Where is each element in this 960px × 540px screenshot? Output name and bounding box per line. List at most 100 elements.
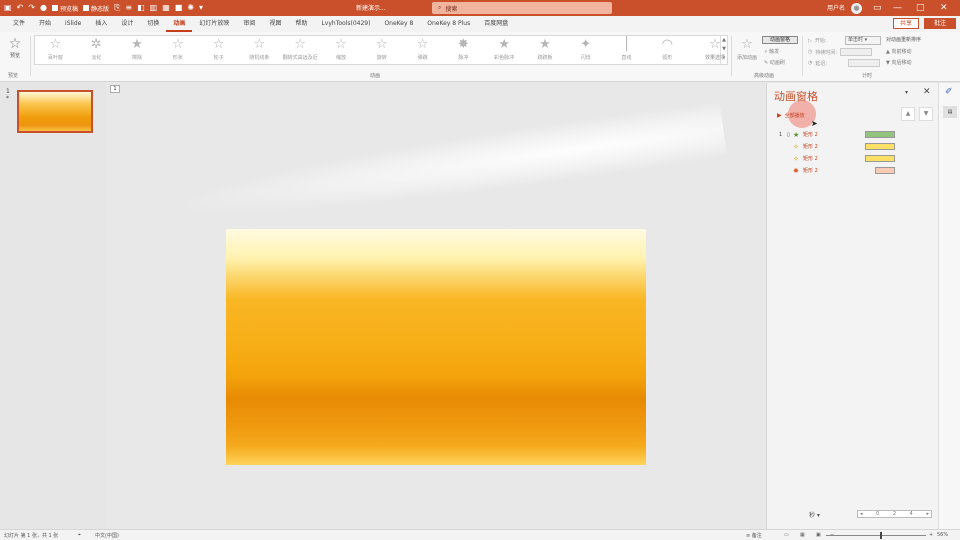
format-icon[interactable]: ⎘	[114, 3, 120, 13]
tab-6[interactable]: 动画	[166, 16, 193, 32]
animation-list-item[interactable]: 1 ▯ ★ 矩形 2	[779, 129, 879, 140]
seconds-dropdown[interactable]: 秒 ▾	[809, 510, 820, 519]
animation-gallery-item[interactable]: ☆ 百叶窗	[35, 36, 76, 64]
trigger-button[interactable]: ⚡ 触发	[764, 48, 779, 55]
tab-12[interactable]: OneKey 8	[377, 16, 420, 32]
square-icon[interactable]: ■	[175, 3, 183, 13]
animation-gallery-item[interactable]: ✦ 闪烁	[565, 36, 606, 64]
ribbon-display-icon[interactable]: ▭	[873, 2, 882, 14]
pane-close-icon[interactable]: ✕	[923, 87, 931, 97]
save-option-2[interactable]: 静态版	[82, 4, 109, 13]
animation-list-item[interactable]: ✧ 矩形 2	[779, 141, 879, 152]
record-icon[interactable]: ●	[40, 3, 47, 13]
zoom-slider-knob[interactable]	[880, 532, 882, 539]
language-indicator[interactable]: 中文(中国)	[95, 532, 119, 539]
accessibility-icon[interactable]: ⌖	[78, 532, 81, 538]
search-box[interactable]: ⌕ 搜索	[432, 2, 612, 14]
customize-toolbar-icon[interactable]: ▾	[199, 3, 203, 13]
animation-gallery-item[interactable]: ◠ 弧形	[647, 36, 688, 64]
tab-8[interactable]: 审阅	[236, 16, 262, 32]
undo-icon[interactable]: ↶	[17, 3, 24, 13]
avatar[interactable]: ●	[851, 3, 862, 14]
comment-button[interactable]: 批注	[924, 18, 956, 29]
slide-canvas[interactable]	[226, 229, 646, 465]
white-light-streak[interactable]	[164, 99, 728, 237]
tab-7[interactable]: 幻灯片放映	[192, 16, 236, 32]
user-name[interactable]: 用户名	[827, 3, 845, 12]
duration-input[interactable]	[840, 48, 873, 56]
tab-1[interactable]: 开始	[32, 16, 58, 32]
table-icon[interactable]: ▦	[162, 3, 170, 13]
animation-gallery-item[interactable]: ☆ 旋转	[361, 36, 402, 64]
zoom-slider[interactable]	[826, 535, 926, 536]
pane-options-dropdown-icon[interactable]: ▾	[905, 89, 908, 96]
move-later-button[interactable]: ▼ 向后移动	[886, 59, 911, 66]
animation-gallery-item[interactable]: │ 直线	[606, 36, 647, 64]
animation-list-item[interactable]: ✸ 矩形 2	[779, 165, 879, 176]
align-icon[interactable]: ≡	[125, 3, 132, 13]
animation-gallery-item[interactable]: ★ 跷跷板	[525, 36, 566, 64]
effect-options-button[interactable]: ☆ 效果选项	[703, 36, 727, 61]
tab-11[interactable]: LvyhTools(0429)	[314, 16, 377, 32]
redo-icon[interactable]: ↷	[28, 3, 35, 13]
design-ideas-icon[interactable]: ✐	[945, 87, 953, 97]
zoom-in-icon[interactable]: +	[929, 532, 933, 538]
animation-gallery-label: 随机线条	[249, 55, 270, 61]
animation-gallery-label: 擦除	[131, 55, 142, 61]
notes-button[interactable]: ≡ 备注	[746, 532, 762, 539]
tab-13[interactable]: OneKey 8 Plus	[420, 16, 477, 32]
animation-gallery-item[interactable]: ✸ 脉冲	[443, 36, 484, 64]
animation-timing-bar[interactable]	[875, 167, 895, 174]
tab-3[interactable]: 插入	[88, 16, 114, 32]
slide-thumbnail[interactable]	[17, 90, 93, 133]
play-all-button[interactable]: ▶ 全部播放	[777, 108, 805, 122]
tab-4[interactable]: 设计	[114, 16, 140, 32]
move-up-button[interactable]: ▲	[901, 107, 915, 121]
animation-timing-bar[interactable]	[865, 155, 895, 162]
delay-input[interactable]	[848, 59, 881, 67]
search-input[interactable]: 搜索	[445, 4, 457, 13]
tab-5[interactable]: 切换	[140, 16, 166, 32]
side-panel-tab[interactable]: ▤	[943, 106, 957, 118]
preview-button[interactable]: ☆ 预览	[4, 36, 26, 59]
animation-painter-button[interactable]: ✎ 动画刷	[764, 59, 785, 66]
save-option-1[interactable]: 预览稿	[51, 4, 78, 13]
start-select[interactable]: 单击时 ▾	[845, 36, 881, 45]
animation-gallery-item[interactable]: ☆ 缩放	[321, 36, 362, 64]
tab-9[interactable]: 视图	[262, 16, 288, 32]
animation-timing-bar[interactable]	[865, 143, 895, 150]
animation-gallery-item[interactable]: ☆ 轮子	[198, 36, 239, 64]
animation-gallery-label: 弹跳	[417, 55, 428, 61]
share-button[interactable]: 共享	[893, 18, 919, 29]
animation-gallery-item[interactable]: ★ 彩色脉冲	[484, 36, 525, 64]
animation-timing-bar[interactable]	[865, 131, 895, 138]
add-animation-button[interactable]: ☆ 添加动画	[734, 36, 760, 61]
animation-list-item[interactable]: ✧ 矩形 2	[779, 153, 879, 164]
sorter-view-icon[interactable]: ▦	[800, 532, 805, 538]
animation-gallery-item[interactable]: ★ 擦除	[117, 36, 158, 64]
tab-2[interactable]: iSlide	[58, 16, 88, 32]
tab-14[interactable]: 百度网盘	[477, 16, 515, 32]
tab-0[interactable]: 文件	[6, 16, 32, 32]
move-earlier-button[interactable]: ▲ 向前移动	[886, 48, 911, 55]
animation-gallery-item[interactable]: ☆ 翻转式由远及近	[280, 36, 321, 64]
minimize-icon[interactable]: —	[893, 2, 902, 14]
animation-gallery-item[interactable]: ☆ 随机线条	[239, 36, 280, 64]
chart-icon[interactable]: ▥	[150, 3, 158, 13]
normal-view-icon[interactable]: ▭	[784, 532, 789, 538]
shape-icon[interactable]: ◧	[137, 3, 145, 13]
reading-view-icon[interactable]: ▣	[816, 532, 821, 538]
close-icon[interactable]: ✕	[940, 2, 948, 14]
sun-icon[interactable]: ✺	[187, 3, 194, 13]
tab-10[interactable]: 帮助	[288, 16, 314, 32]
section-marker[interactable]: 1	[110, 85, 120, 93]
animation-gallery-item[interactable]: ☆ 弹跳	[402, 36, 443, 64]
move-down-button[interactable]: ▼	[919, 107, 933, 121]
zoom-level[interactable]: 56%	[937, 532, 948, 538]
animation-gallery-item[interactable]: ☆ 形状	[157, 36, 198, 64]
animation-gallery-item[interactable]: ✲ 淡化	[76, 36, 117, 64]
animation-pane-button[interactable]: 动画窗格	[762, 36, 798, 44]
restore-icon[interactable]: □	[916, 2, 925, 14]
timeline-scroller[interactable]: ◂ 0 2 4 ▸	[857, 510, 932, 518]
save-icon[interactable]: ▣	[4, 3, 12, 13]
